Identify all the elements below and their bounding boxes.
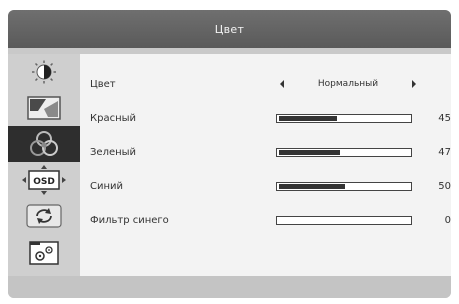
blue-slider-fill bbox=[279, 183, 345, 189]
green-slider[interactable] bbox=[276, 147, 412, 157]
red-slider-fill bbox=[279, 115, 337, 121]
sidebar: OSD bbox=[8, 54, 80, 276]
osd-icon: OSD bbox=[22, 165, 66, 195]
color-mode-value: Нормальный bbox=[317, 79, 379, 89]
green-value: 47 bbox=[438, 146, 451, 158]
blue-filter-slider[interactable] bbox=[276, 215, 412, 225]
sidebar-item-settings[interactable] bbox=[8, 234, 80, 270]
color-icon bbox=[30, 131, 58, 156]
color-mode-row[interactable]: Цвет Нормальный bbox=[80, 74, 451, 94]
sidebar-item-image[interactable] bbox=[8, 90, 80, 126]
menu-footer bbox=[8, 276, 451, 298]
red-value: 45 bbox=[438, 112, 451, 124]
blue-slider[interactable] bbox=[276, 181, 412, 191]
brightness-icon bbox=[32, 60, 56, 84]
menu-title-bar: Цвет bbox=[8, 10, 451, 48]
blue-value: 50 bbox=[438, 180, 451, 192]
green-slider-fill bbox=[279, 149, 340, 155]
green-row[interactable]: Зеленый 47 bbox=[80, 142, 451, 162]
reset-icon bbox=[26, 204, 62, 228]
sidebar-item-reset[interactable] bbox=[8, 198, 80, 234]
sidebar-item-color[interactable] bbox=[8, 126, 80, 162]
blue-filter-value: 0 bbox=[444, 214, 451, 226]
menu-body: OSD Цвет Нормальный Красный 45 Зеленый 4… bbox=[8, 54, 451, 276]
blue-label: Синий bbox=[90, 180, 124, 192]
green-label: Зеленый bbox=[90, 146, 137, 158]
menu-title: Цвет bbox=[214, 22, 245, 36]
blue-row[interactable]: Синий 50 bbox=[80, 176, 451, 196]
image-icon bbox=[27, 96, 61, 120]
red-row[interactable]: Красный 45 bbox=[80, 108, 451, 128]
osd-menu: Цвет OSD Цвет Нормальный Красный 45 Зеле… bbox=[8, 10, 451, 298]
previous-option-icon[interactable] bbox=[280, 80, 284, 88]
osd-icon-label: OSD bbox=[33, 177, 55, 187]
blue-filter-row[interactable]: Фильтр синего 0 bbox=[80, 210, 451, 230]
settings-icon bbox=[29, 241, 59, 265]
red-label: Красный bbox=[90, 112, 137, 124]
sidebar-item-osd[interactable]: OSD bbox=[8, 162, 80, 198]
blue-filter-label: Фильтр синего bbox=[90, 214, 169, 226]
color-mode-label: Цвет bbox=[90, 78, 116, 90]
red-slider[interactable] bbox=[276, 113, 412, 123]
next-option-icon[interactable] bbox=[412, 80, 416, 88]
color-settings-panel: Цвет Нормальный Красный 45 Зеленый 47 Си… bbox=[80, 54, 451, 276]
color-mode-selector[interactable]: Нормальный bbox=[276, 77, 416, 91]
sidebar-item-brightness[interactable] bbox=[8, 54, 80, 90]
